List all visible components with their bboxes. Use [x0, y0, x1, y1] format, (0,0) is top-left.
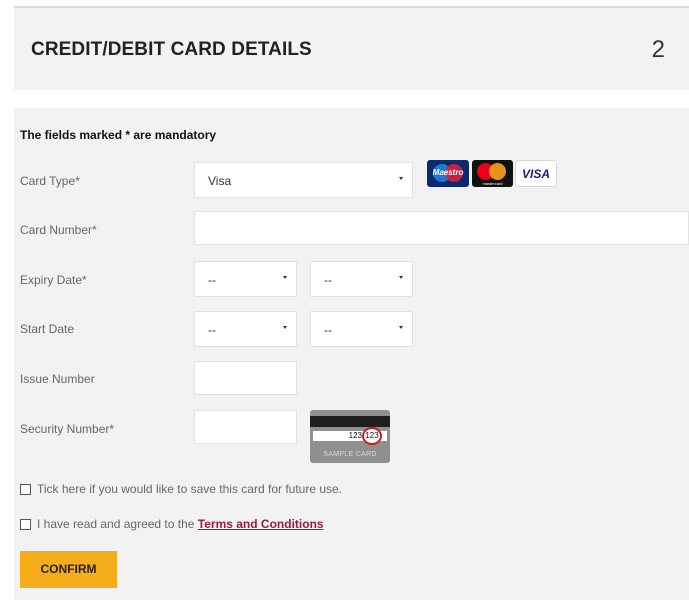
step-number: 2 — [651, 36, 665, 63]
security-number-input[interactable] — [194, 410, 297, 444]
chevron-down-icon — [399, 326, 403, 329]
terms-checkbox[interactable] — [20, 519, 31, 530]
terms-prefix: I have read and agreed to the — [37, 517, 198, 531]
issue-number-input[interactable] — [194, 361, 297, 395]
visa-logo-text: VISA — [521, 167, 550, 181]
chevron-down-icon — [283, 326, 287, 329]
terms-label: I have read and agreed to the Terms and … — [37, 517, 324, 531]
chevron-down-icon — [399, 276, 403, 279]
start-month-value: -- — [208, 323, 216, 337]
save-card-label: Tick here if you would like to save this… — [37, 482, 343, 496]
start-year-select[interactable]: -- — [310, 311, 413, 347]
terms-link[interactable]: Terms and Conditions — [198, 517, 324, 531]
issue-number-label: Issue Number — [20, 372, 95, 386]
maestro-logo-text: Maestro — [432, 168, 464, 177]
card-type-label: Card Type* — [20, 174, 80, 188]
save-card-checkbox[interactable] — [20, 484, 31, 495]
sample-card-caption: SAMPLE CARD — [323, 451, 377, 458]
expiry-month-select[interactable]: -- — [194, 261, 297, 297]
chevron-down-icon — [399, 177, 403, 180]
expiry-year-value: -- — [324, 273, 332, 287]
start-month-select[interactable]: -- — [194, 311, 297, 347]
start-year-value: -- — [324, 323, 332, 337]
magnetic-stripe — [310, 416, 390, 427]
confirm-button[interactable]: CONFIRM — [20, 551, 117, 588]
start-date-label: Start Date — [20, 322, 75, 336]
card-type-value: Visa — [208, 174, 232, 188]
mandatory-note: The fields marked * are mandatory — [20, 128, 217, 142]
card-number-label: Card Number* — [20, 223, 97, 237]
card-number-input[interactable] — [194, 211, 689, 245]
page-title: CREDIT/DEBIT CARD DETAILS — [31, 39, 312, 60]
visa-logo: VISA — [515, 160, 557, 187]
expiry-year-select[interactable]: -- — [310, 261, 413, 297]
security-code-highlight: 123 — [362, 427, 382, 445]
expiry-month-value: -- — [208, 273, 216, 287]
maestro-logo: Maestro — [427, 160, 469, 187]
security-number-label: Security Number* — [20, 422, 115, 436]
mastercard-logo: mastercard — [472, 160, 513, 187]
mastercard-logo-text: mastercard — [482, 181, 503, 186]
chevron-down-icon — [283, 276, 287, 279]
sample-card-image: 123 123 SAMPLE CARD — [310, 410, 390, 463]
section-header: CREDIT/DEBIT CARD DETAILS 2 — [14, 8, 689, 90]
expiry-date-label: Expiry Date* — [20, 273, 87, 287]
card-type-select[interactable]: Visa — [194, 162, 413, 198]
